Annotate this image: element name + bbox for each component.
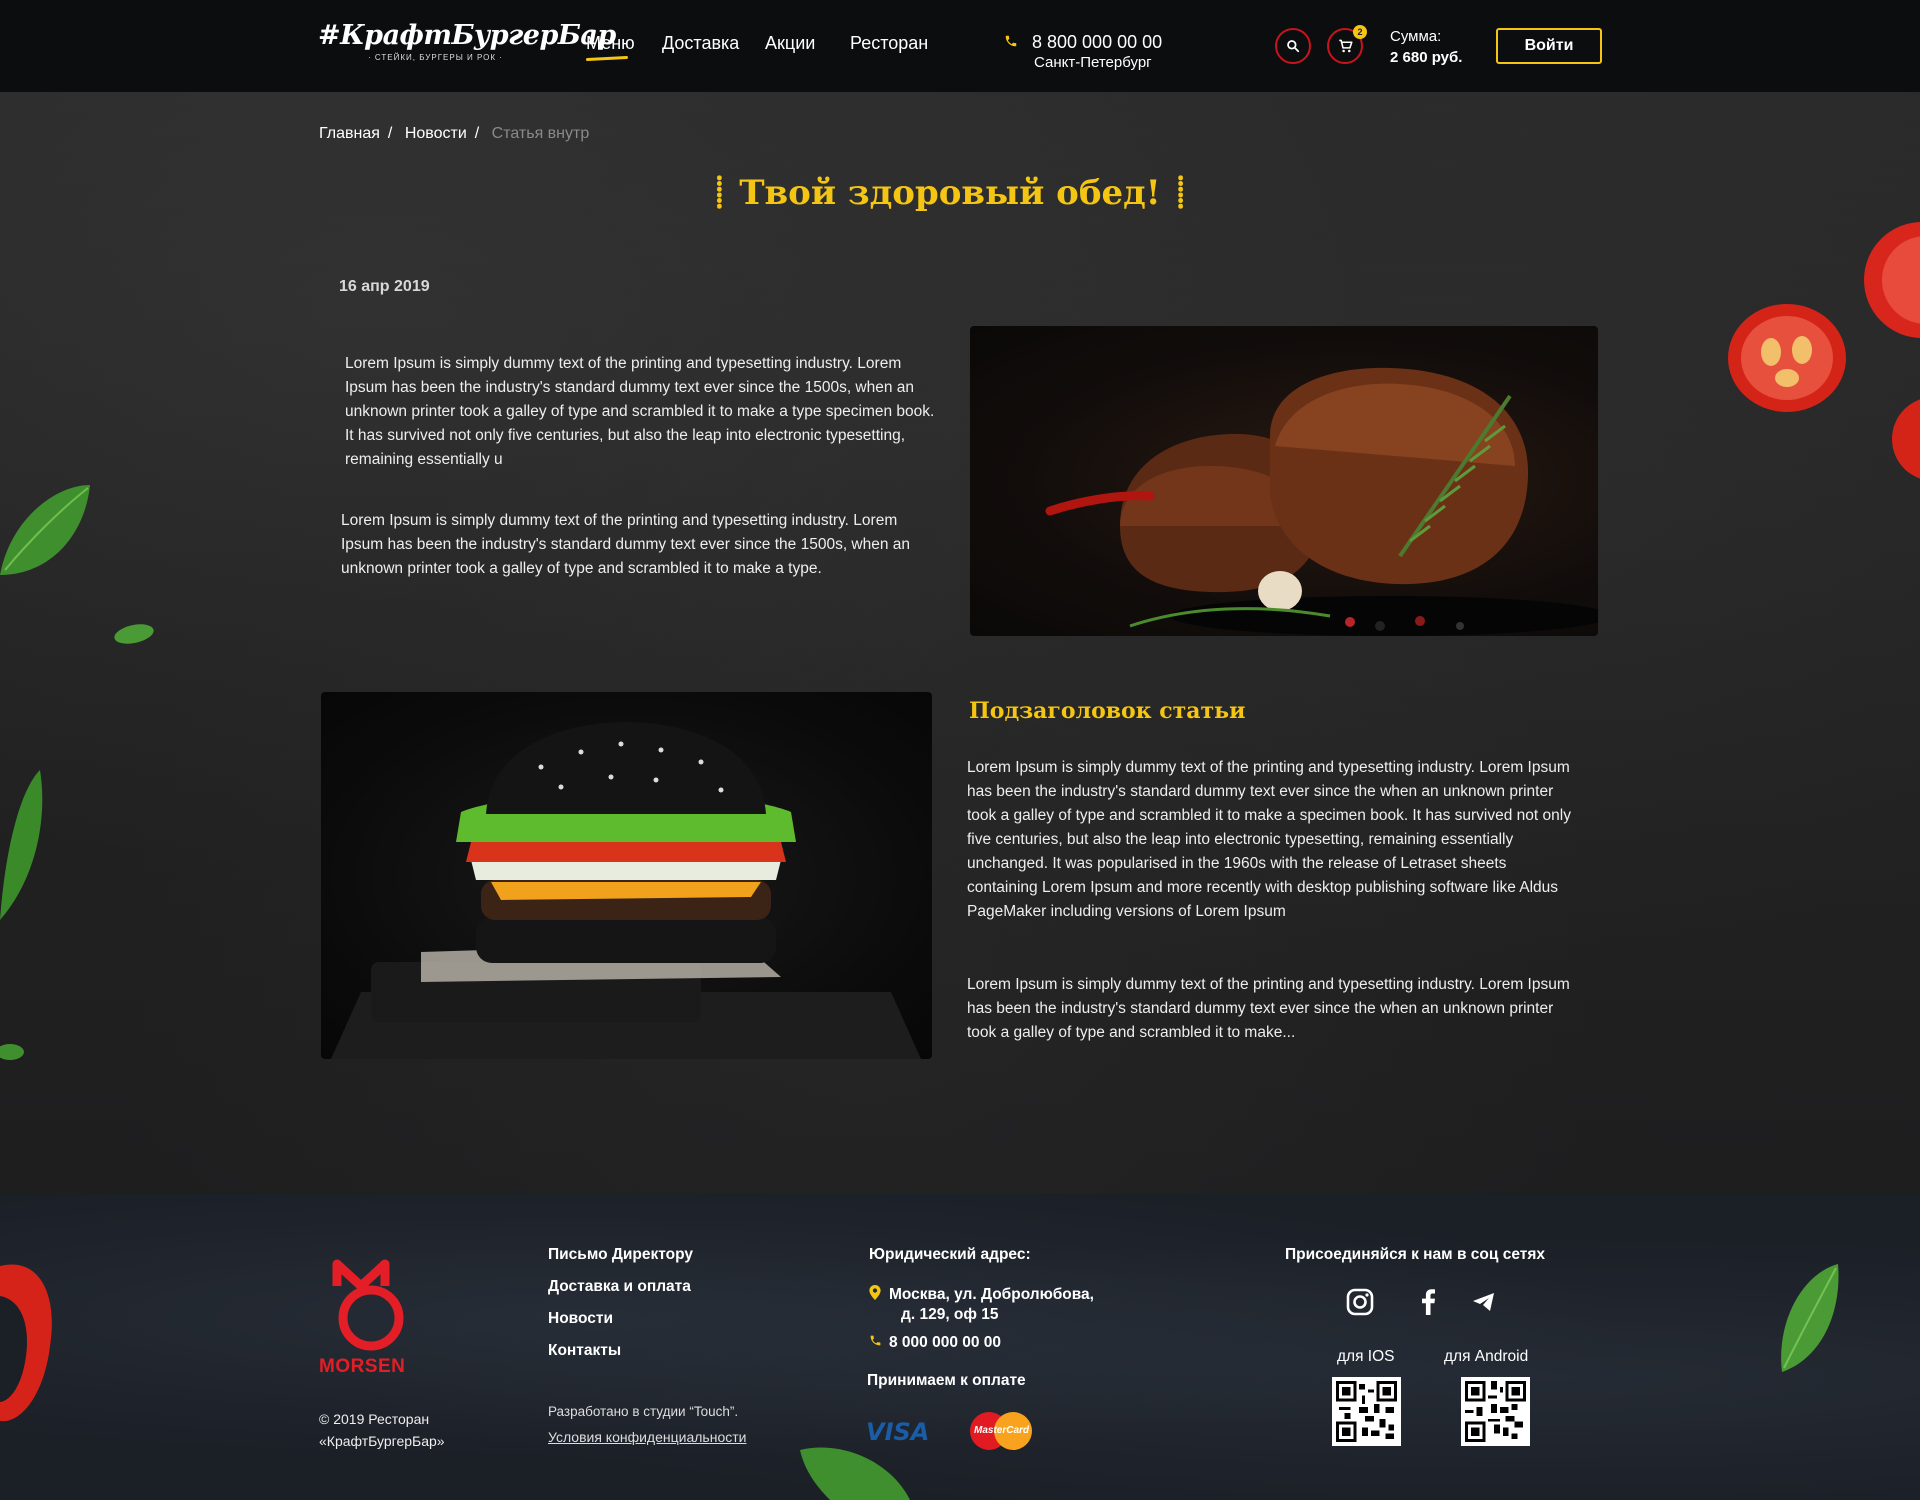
cart-sum-amount: 2 680 руб. [1390, 49, 1463, 66]
cart-button[interactable]: 2 [1327, 25, 1367, 64]
instagram-link[interactable] [1344, 1286, 1376, 1318]
footer-link-contacts[interactable]: Контакты [548, 1342, 693, 1374]
footer-phone[interactable]: 8 000 000 00 00 [889, 1334, 1001, 1352]
article-paragraph: Lorem Ipsum is simply dummy text of the … [967, 976, 1570, 1041]
breadcrumb-item-news[interactable]: Новости [405, 125, 467, 142]
burger-image [321, 692, 932, 1059]
chalkboard-background [0, 92, 1920, 1194]
logo-tagline: · СТЕЙКИ, БУРГЕРЫ И РОК · [368, 53, 503, 62]
qr-code-android[interactable] [1461, 1377, 1530, 1446]
footer-copyright: © 2019 Ресторан «КрафтБургерБар» [319, 1408, 445, 1452]
nav-item-delivery[interactable]: Доставка [662, 33, 739, 54]
cart-sum: Сумма: 2 680 руб. [1390, 26, 1462, 68]
telegram-icon [1473, 1293, 1494, 1311]
facebook-icon [1422, 1289, 1435, 1315]
footer-payment-title: Принимаем к оплате [867, 1372, 1026, 1389]
instagram-icon [1346, 1288, 1374, 1316]
footer-studio-credit: Разработано в студии “Touch”. [548, 1404, 739, 1419]
cart-icon [1338, 39, 1353, 53]
article-subtitle: Подзаголовок статьи [969, 698, 1246, 724]
copyright-line: © 2019 Ресторан [319, 1411, 430, 1427]
location-pin-icon [869, 1285, 881, 1304]
steak-image [970, 326, 1598, 636]
basil-leaf-decoration [114, 624, 154, 644]
morsen-emblem-icon [332, 1259, 404, 1351]
visa-logo: VISA [866, 1418, 930, 1446]
basil-leaf-decoration [1781, 1264, 1839, 1372]
footer-legal-title: Юридический адрес: [869, 1246, 1031, 1263]
article-paragraph: Lorem Ipsum is simply dummy text of the … [967, 759, 1571, 920]
morsen-wordmark: MORSEN [319, 1356, 406, 1377]
article-title-text: Твой здоровый обед! [739, 173, 1161, 213]
title-decoration-icon: ⸽ [1176, 175, 1185, 210]
phone-icon [1004, 34, 1018, 50]
breadcrumb-separator: / [474, 125, 480, 142]
nav-item-restaurant[interactable]: Ресторан [850, 33, 928, 54]
qr-code-ios[interactable] [1332, 1377, 1401, 1446]
article-paragraph: Lorem Ipsum is simply dummy text of the … [341, 512, 911, 577]
basil-leaf-decoration [800, 1447, 910, 1500]
site-logo[interactable]: #КрафтБургерБар · СТЕЙКИ, БУРГЕРЫ И РОК … [318, 20, 616, 70]
nav-active-indicator [585, 55, 629, 62]
nav-item-menu[interactable]: Меню [585, 33, 635, 62]
pepper-decoration [0, 1264, 52, 1422]
address-line: Москва, ул. Добролюбова, [889, 1286, 1094, 1303]
footer-social-title: Присоединяйся к нам в соц сетях [1285, 1246, 1545, 1263]
site-header: #КрафтБургерБар · СТЕЙКИ, БУРГЕРЫ И РОК … [0, 0, 1920, 92]
app-ios-label: для IOS [1337, 1348, 1395, 1365]
login-button[interactable]: Войти [1496, 28, 1602, 64]
nav-item-label: Меню [586, 33, 635, 53]
article-title: ⸽ Твой здоровый обед! ⸽ [0, 172, 1900, 213]
article-paragraph: Lorem Ipsum is simply dummy text of the … [345, 355, 935, 468]
footer-link-delivery-payment[interactable]: Доставка и оплата [548, 1278, 693, 1310]
nav-item-promotions[interactable]: Акции [765, 33, 815, 54]
header-phone-link[interactable]: 8 800 000 00 00 [1032, 32, 1162, 53]
cart-count-badge: 2 [1353, 25, 1367, 39]
app-android-label: для Android [1444, 1348, 1529, 1365]
tomato-decoration [1892, 399, 1920, 479]
mastercard-logo: MasterCard [970, 1412, 1032, 1450]
footer-privacy-link[interactable]: Условия конфиденциальности [548, 1429, 746, 1445]
search-button[interactable] [1275, 28, 1311, 64]
header-city: Санкт-Петербург [1034, 54, 1152, 71]
title-decoration-icon: ⸽ [715, 175, 724, 210]
morsen-logo[interactable]: MORSEN [319, 1256, 429, 1377]
breadcrumb-separator: / [387, 125, 393, 142]
breadcrumb: Главная / Новости / Статья внутр [319, 125, 597, 143]
tomato-decoration [1864, 222, 1920, 338]
phone-icon [869, 1334, 882, 1350]
article-date: 16 апр 2019 [339, 278, 430, 295]
footer-link-director-letter[interactable]: Письмо Директору [548, 1246, 693, 1278]
basil-leaf-decoration [0, 1044, 24, 1060]
footer-link-news[interactable]: Новости [548, 1310, 693, 1342]
telegram-link[interactable] [1468, 1286, 1500, 1318]
copyright-line: «КрафтБургерБар» [319, 1433, 445, 1449]
footer-address: Москва, ул. Добролюбова, д. 129, оф 15 [889, 1285, 1094, 1325]
footer-links: Письмо Директору Доставка и оплата Новос… [548, 1246, 693, 1374]
tomato-decoration [1728, 304, 1846, 412]
search-icon [1287, 40, 1300, 53]
address-line: д. 129, оф 15 [901, 1306, 999, 1323]
basil-leaf-decoration [0, 485, 90, 575]
basil-leaf-decoration [0, 770, 43, 920]
mastercard-label: MasterCard [974, 1425, 1030, 1436]
facebook-link[interactable] [1412, 1286, 1444, 1318]
breadcrumb-item-home[interactable]: Главная [319, 125, 380, 142]
cart-sum-label: Сумма: [1390, 28, 1442, 45]
breadcrumb-item-current: Статья внутр [491, 125, 590, 142]
logo-wordmark: #КрафтБургерБар [318, 20, 616, 51]
